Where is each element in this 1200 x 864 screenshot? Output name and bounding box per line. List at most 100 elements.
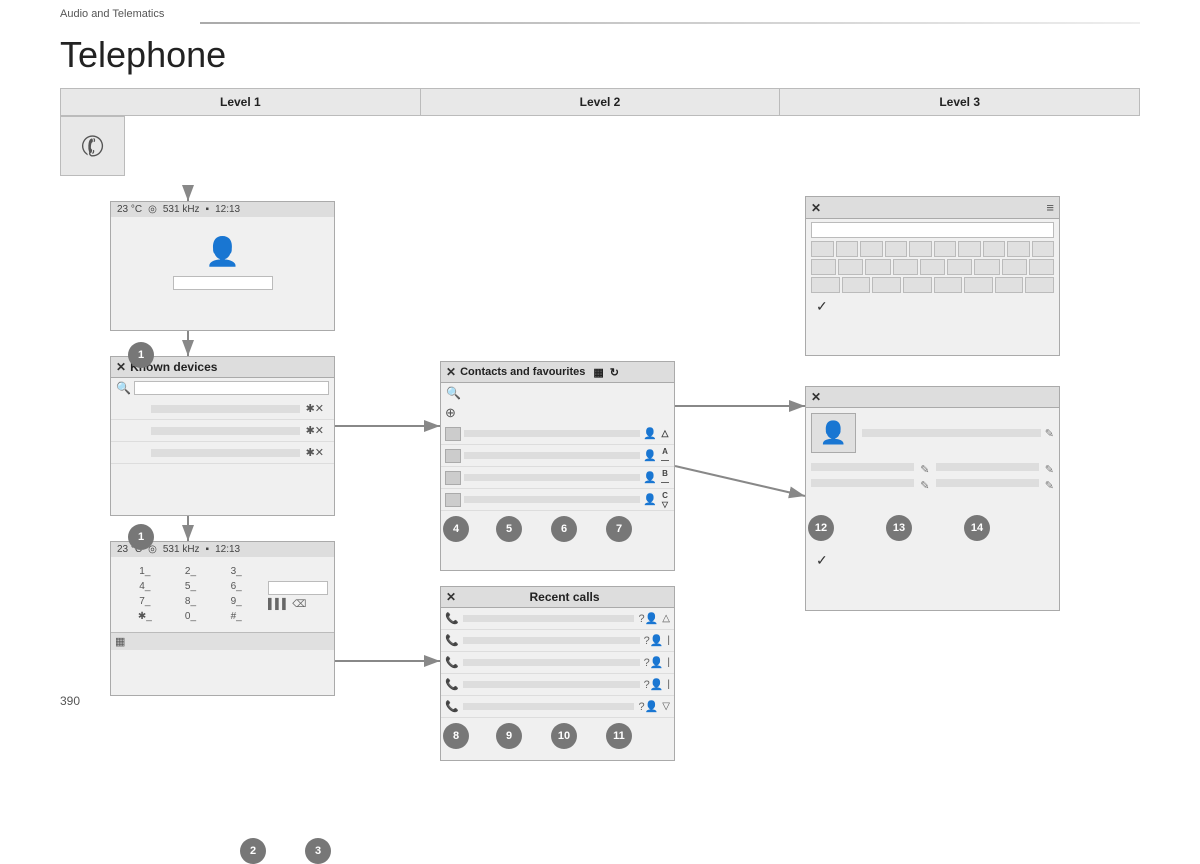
kb-key-4[interactable] — [885, 241, 908, 257]
l3-mid-checkmark-icon[interactable]: ✓ — [811, 550, 833, 570]
kb-key-9[interactable] — [1007, 241, 1030, 257]
kb-key-6[interactable] — [934, 241, 957, 257]
kb-key-14[interactable] — [893, 259, 918, 275]
edit-name-icon[interactable]: ✎ — [1045, 427, 1054, 440]
l3-top-confirm-row: ✓ — [806, 296, 1059, 317]
key-5[interactable]: 5_ — [169, 580, 213, 593]
detail-sub-4 — [936, 479, 1039, 487]
key-4[interactable]: 4_ — [123, 580, 167, 593]
key-hash[interactable]: #_ — [214, 610, 258, 623]
edit-detail-1[interactable]: ✎ — [920, 463, 929, 476]
recent-row-1[interactable]: 📞 ?👤 △ — [441, 608, 674, 630]
kb-key-7[interactable] — [958, 241, 981, 257]
kb-key-25[interactable] — [964, 277, 993, 293]
close-icon[interactable]: ✕ — [116, 360, 126, 374]
kb-key-24[interactable] — [934, 277, 963, 293]
l3-top-box: ✕ ≡ — [805, 196, 1060, 356]
kb-key-15[interactable] — [920, 259, 945, 275]
kb-key-17[interactable] — [974, 259, 999, 275]
contact-row-4[interactable]: 👤 C▽ — [441, 489, 674, 511]
kb-key-18[interactable] — [1002, 259, 1027, 275]
recent-row-2[interactable]: 📞 ?👤 | — [441, 630, 674, 652]
kb-key-27[interactable] — [1025, 277, 1054, 293]
kb-key-2[interactable] — [836, 241, 859, 257]
kb-key-19[interactable] — [1029, 259, 1054, 275]
kb-row-1 — [811, 241, 1054, 257]
recent-arrow-3: | — [667, 657, 670, 668]
recent-line-4 — [463, 681, 640, 688]
bt-icon-1: ✱✕ — [306, 402, 324, 415]
kb-key-1[interactable] — [811, 241, 834, 257]
key-9[interactable]: 9_ — [214, 595, 258, 608]
kb-key-11[interactable] — [811, 259, 836, 275]
diagram-area: ✆ 23 °C ◎ 531 kHz ▪ 12:13 👤 ✕ Known devi… — [60, 116, 1140, 716]
detail-sub-1 — [811, 463, 914, 471]
l3-top-close-icon[interactable]: ✕ — [811, 201, 821, 215]
contact-line-1 — [464, 430, 640, 437]
recent-row-3[interactable]: 📞 ?👤 | — [441, 652, 674, 674]
checkmark-icon[interactable]: ✓ — [811, 296, 833, 316]
l3-mid-close-icon[interactable]: ✕ — [811, 390, 821, 404]
keyboard-rows — [811, 241, 1054, 293]
recent-arrow-4: | — [667, 679, 670, 690]
l3-top-menu-icon[interactable]: ≡ — [1046, 200, 1054, 215]
avatar-star-person-icon: 👤 — [820, 420, 847, 446]
contacts-search-row: 🔍 — [441, 383, 674, 403]
keyboard-input[interactable] — [811, 222, 1054, 238]
contact-letter-1: △ — [660, 428, 670, 439]
key-6[interactable]: 6_ — [214, 580, 258, 593]
contacts-add-row: ⊕ — [441, 403, 674, 423]
key-3[interactable]: 3_ — [214, 565, 258, 578]
kb-key-5[interactable] — [909, 241, 932, 257]
kb-key-10[interactable] — [1032, 241, 1055, 257]
l1-mid-box: ✕ Known devices 🔍 ✱✕ ✱✕ ✱✕ — [110, 356, 335, 516]
contact-row-3[interactable]: 👤 B— — [441, 467, 674, 489]
search-bar[interactable] — [134, 381, 329, 395]
radio-icon: ◎ — [148, 204, 157, 215]
contacts-close-icon[interactable]: ✕ — [446, 365, 456, 379]
bt-row-2: ✱✕ — [111, 420, 334, 442]
contact-person-3: 👤 — [643, 471, 657, 484]
bt-row-3: ✱✕ — [111, 442, 334, 464]
kb-key-12[interactable] — [838, 259, 863, 275]
badge-5: 5 — [496, 516, 522, 542]
contact-icon-3 — [445, 471, 461, 485]
edit-detail-2[interactable]: ✎ — [1045, 463, 1054, 476]
l3-top-header: ✕ ≡ — [806, 197, 1059, 219]
badge-8: 8 — [443, 723, 469, 749]
add-icon[interactable]: ⊕ — [445, 405, 456, 421]
l1-top-box: 23 °C ◎ 531 kHz ▪ 12:13 👤 — [110, 201, 335, 331]
kb-key-13[interactable] — [865, 259, 890, 275]
edit-detail-3[interactable]: ✎ — [920, 479, 929, 492]
signal-icon: ▌▌▌ — [268, 599, 289, 610]
contact-row-2[interactable]: 👤 A— — [441, 445, 674, 467]
key-1[interactable]: 1_ — [123, 565, 167, 578]
dialer-input[interactable] — [268, 581, 328, 595]
badge-1a: 1 — [128, 342, 154, 368]
kb-key-20[interactable] — [811, 277, 840, 293]
key-2[interactable]: 2_ — [169, 565, 213, 578]
kb-key-8[interactable] — [983, 241, 1006, 257]
contacts-header: ✕ Contacts and favourites ▦ ↻ — [441, 362, 674, 383]
recent-row-4[interactable]: 📞 ?👤 | — [441, 674, 674, 696]
contacts-refresh-icon: ↻ — [610, 366, 619, 379]
key-8[interactable]: 8_ — [169, 595, 213, 608]
freq-display-2: 531 kHz — [163, 544, 200, 555]
name-input[interactable] — [173, 276, 273, 290]
kb-key-22[interactable] — [872, 277, 901, 293]
contact-row-1[interactable]: 👤 △ — [441, 423, 674, 445]
kb-key-26[interactable] — [995, 277, 1024, 293]
key-7[interactable]: 7_ — [123, 595, 167, 608]
kb-key-21[interactable] — [842, 277, 871, 293]
key-0[interactable]: 0_ — [169, 610, 213, 623]
recent-close-icon[interactable]: ✕ — [446, 590, 456, 604]
temp-display: 23 °C — [117, 204, 142, 215]
recent-line-3 — [463, 659, 640, 666]
kb-key-23[interactable] — [903, 277, 932, 293]
edit-detail-4[interactable]: ✎ — [1045, 479, 1054, 492]
key-star[interactable]: ✱_ — [123, 610, 167, 623]
recent-row-5[interactable]: 📞 ?👤 ▽ — [441, 696, 674, 718]
kb-key-16[interactable] — [947, 259, 972, 275]
kb-key-3[interactable] — [860, 241, 883, 257]
badge-11: 11 — [606, 723, 632, 749]
